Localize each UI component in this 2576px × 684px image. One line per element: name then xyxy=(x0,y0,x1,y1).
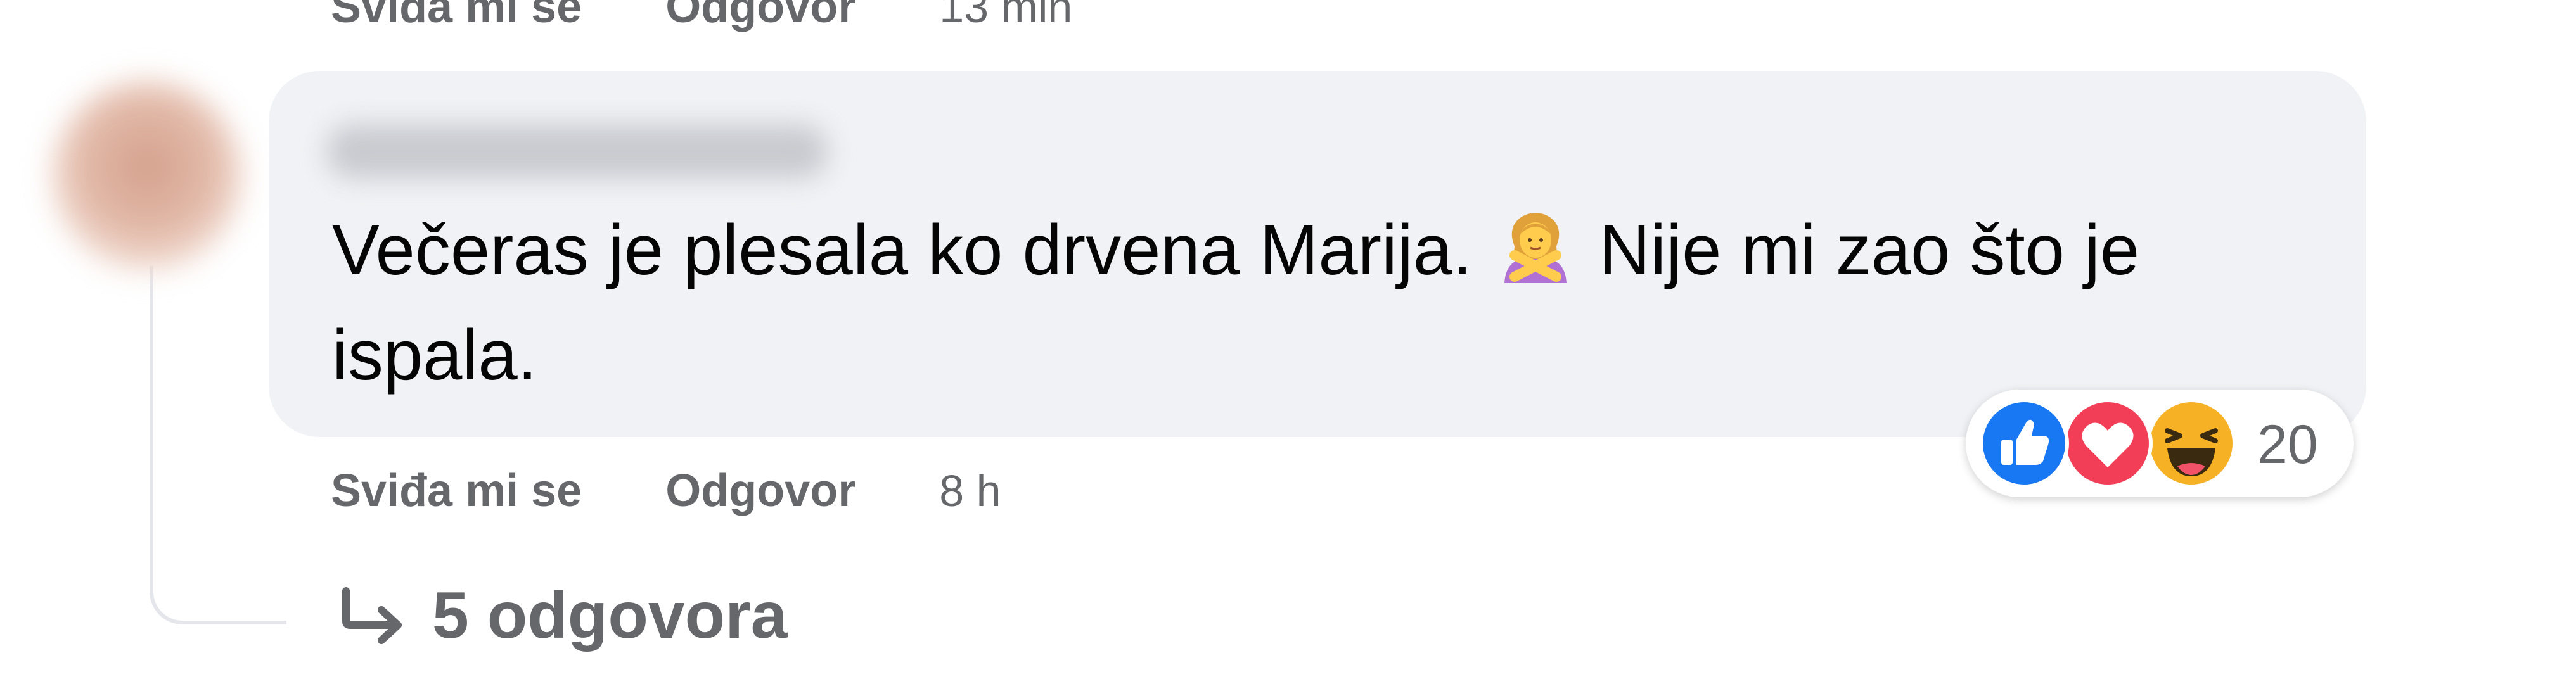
avatar[interactable] xyxy=(52,81,242,271)
reactions-summary[interactable]: 20 xyxy=(1966,390,2354,497)
comment-actions: Sviđa mi se Odgovor 8 h xyxy=(331,456,1001,526)
replies-count-label: 5 odgovora xyxy=(432,578,788,652)
previous-timestamp[interactable]: 13 min xyxy=(939,0,1072,32)
commenter-name-redacted[interactable] xyxy=(327,125,828,178)
previous-reply-button[interactable]: Odgovor xyxy=(665,0,855,33)
previous-comment-actions: Sviđa mi se Odgovor 13 min xyxy=(331,0,1072,35)
comment-timestamp[interactable]: 8 h xyxy=(939,466,1001,516)
thread-connector-line xyxy=(150,266,286,624)
comment-text-part1: Večeras je plesala ko drvena Marija. xyxy=(332,210,1473,289)
haha-icon xyxy=(2146,398,2236,488)
comment-bubble: Večeras je plesala ko drvena Marija. Nij… xyxy=(269,71,2366,437)
reaction-count: 20 xyxy=(2257,414,2318,475)
reply-arrow-icon xyxy=(342,587,402,644)
view-replies-link[interactable]: 5 odgovora xyxy=(337,578,788,654)
comment-text: Večeras je plesala ko drvena Marija. Nij… xyxy=(332,198,2328,408)
previous-like-button[interactable]: Sviđa mi se xyxy=(331,0,582,33)
love-icon xyxy=(2063,398,2153,488)
like-button[interactable]: Sviđa mi se xyxy=(331,465,582,517)
reply-button[interactable]: Odgovor xyxy=(665,465,855,517)
woman-gesturing-no-icon xyxy=(1504,213,1567,283)
like-icon xyxy=(1979,398,2069,488)
